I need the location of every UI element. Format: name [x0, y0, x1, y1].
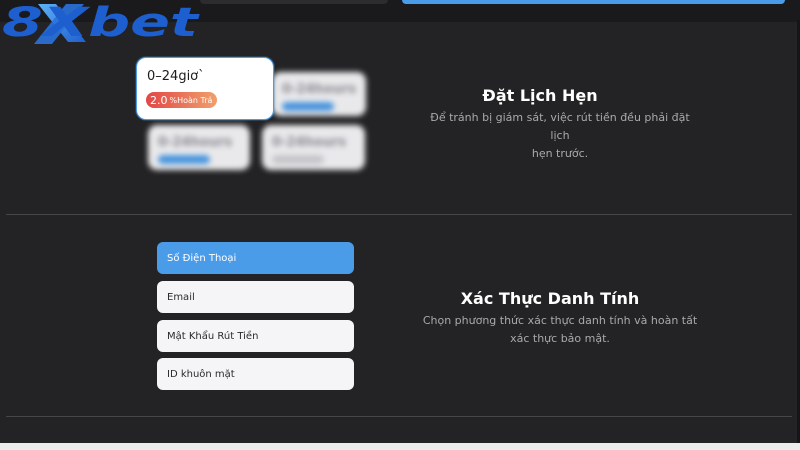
- identity-title: Xác Thực Danh Tính: [460, 289, 640, 308]
- schedule-description-line-2: hẹn trước.: [531, 147, 589, 160]
- verify-option-label: Email: [167, 291, 195, 303]
- cashback-unit: %Hoàn Trả: [169, 95, 213, 105]
- schedule-card-3[interactable]: 0-24hours: [148, 125, 250, 170]
- schedule-card-rate-pill: [158, 155, 210, 164]
- schedule-card-hours: 0-24hours: [272, 135, 347, 150]
- schedule-card-4[interactable]: 0-24hours: [262, 125, 365, 170]
- top-nav-panel: [200, 0, 388, 4]
- verify-option-withdraw-password[interactable]: Mật Khẩu Rút Tiền: [157, 320, 354, 352]
- schedule-card-hours: 0–24giơ`: [147, 69, 205, 84]
- schedule-title: Đặt Lịch Hẹn: [482, 86, 598, 105]
- schedule-card-2[interactable]: 0-24hours: [272, 72, 366, 116]
- verify-option-label: ID khuôn mặt: [167, 368, 235, 380]
- schedule-description: Để tránh bị giám sát, việc rút tiền đều …: [420, 109, 700, 163]
- schedule-card-rate-pill: [282, 102, 334, 111]
- schedule-card-hours: 0-24hours: [158, 135, 233, 150]
- bottom-band: [0, 443, 800, 450]
- identity-description-line-1: Chọn phương thức xác thực danh tính và h…: [422, 314, 698, 327]
- logo-text: 8Xbet: [2, 0, 200, 46]
- verify-option-label: Số Điện Thoại: [167, 252, 237, 264]
- top-nav-blue-button[interactable]: [402, 0, 785, 4]
- identity-description-line-2: xác thực bảo mật.: [510, 332, 610, 345]
- section-divider: [6, 214, 792, 215]
- cashback-rate: 2.0: [150, 93, 168, 107]
- section-divider: [6, 416, 792, 417]
- identity-description: Chọn phương thức xác thực danh tính và h…: [420, 312, 700, 348]
- schedule-card-selected[interactable]: 0–24giơ` 2.0 %Hoàn Trả: [136, 57, 274, 120]
- schedule-card-hours: 0-24hours: [282, 82, 357, 97]
- verify-option-email[interactable]: Email: [157, 281, 354, 313]
- verify-option-face-id[interactable]: ID khuôn mặt: [157, 358, 354, 390]
- schedule-description-line-1: Để tránh bị giám sát, việc rút tiền đều …: [430, 111, 690, 142]
- verify-option-label: Mật Khẩu Rút Tiền: [167, 330, 259, 342]
- schedule-card-rate-pill: [272, 155, 324, 164]
- verify-option-phone[interactable]: Số Điện Thoại: [157, 242, 354, 274]
- brand-logo[interactable]: 8Xbet: [0, 0, 200, 46]
- cashback-badge: 2.0 %Hoàn Trả: [146, 92, 218, 108]
